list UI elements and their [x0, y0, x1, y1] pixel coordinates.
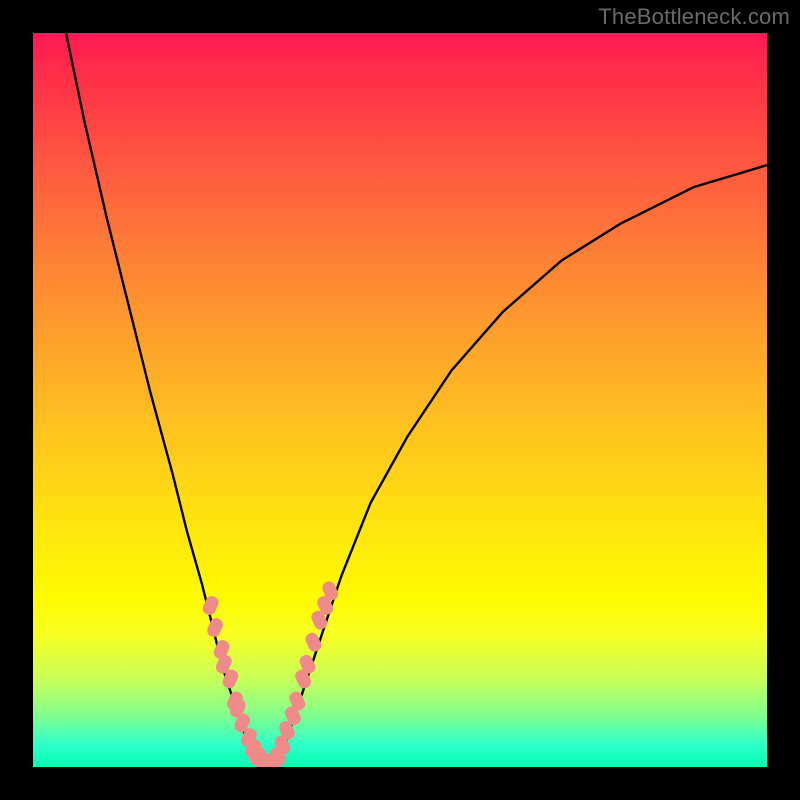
chart-svg-layer — [33, 33, 767, 767]
watermark-text: TheBottleneck.com — [598, 4, 790, 30]
marker-dot — [201, 594, 221, 617]
chart-root: TheBottleneck.com — [0, 0, 800, 800]
marker-dot — [205, 616, 225, 639]
marker-dot — [304, 631, 324, 654]
bottleneck-curve — [66, 33, 767, 767]
highlight-markers — [201, 580, 340, 767]
